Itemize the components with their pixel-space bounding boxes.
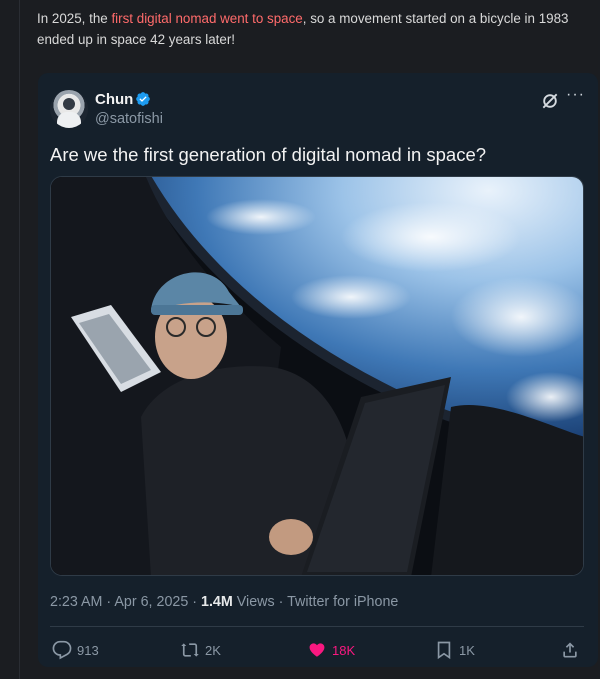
retweet-icon (181, 643, 199, 657)
left-rule (19, 0, 20, 679)
retweet-count: 2K (205, 642, 221, 658)
views-count: 1.4M (201, 594, 233, 610)
actions-divider (50, 626, 584, 627)
author-name[interactable]: Chun (95, 91, 133, 108)
reply-button[interactable]: 913 (52, 639, 99, 661)
avatar-suit (57, 112, 81, 128)
retweet-button[interactable]: 2K (180, 639, 221, 661)
more-options-icon[interactable]: ··· (566, 87, 584, 107)
bookmark-icon (437, 641, 451, 660)
astronaut-photo-illustration (51, 177, 583, 575)
like-count: 18K (332, 642, 356, 658)
intro-link[interactable]: first digital nomad went to space (111, 11, 302, 26)
heart-icon (309, 643, 325, 657)
tweet-timestamp[interactable]: 2:23 AM · Apr 6, 2025 · (50, 594, 201, 610)
tweet-text: Are we the first generation of digital n… (50, 144, 487, 165)
verified-badge-icon (136, 92, 150, 106)
author-handle[interactable]: @satofishi (95, 111, 163, 127)
reply-count: 913 (77, 642, 99, 658)
reply-icon (52, 640, 72, 660)
views-label: Views · Twitter for iPhone (232, 594, 399, 610)
tweet-photo[interactable] (50, 176, 584, 576)
share-icon (563, 642, 577, 658)
embedded-tweet[interactable]: Chun @satofishi ··· Are we the first gen… (38, 73, 598, 667)
x-logo-icon[interactable] (540, 91, 560, 111)
like-button[interactable]: 18K (307, 639, 355, 661)
tweet-actions: 913 2K 18K 1K (38, 639, 598, 661)
avatar-helmet (61, 96, 77, 112)
intro-paragraph: In 2025, the first digital nomad went to… (37, 8, 577, 50)
avatar[interactable] (50, 90, 88, 128)
bookmark-button[interactable]: 1K (434, 639, 475, 661)
intro-prefix: In 2025, the (37, 11, 112, 26)
bookmark-count: 1K (459, 642, 475, 658)
tweet-meta: 2:23 AM · Apr 6, 2025 · 1.4M Views · Twi… (50, 594, 398, 610)
share-button[interactable] (560, 639, 585, 661)
